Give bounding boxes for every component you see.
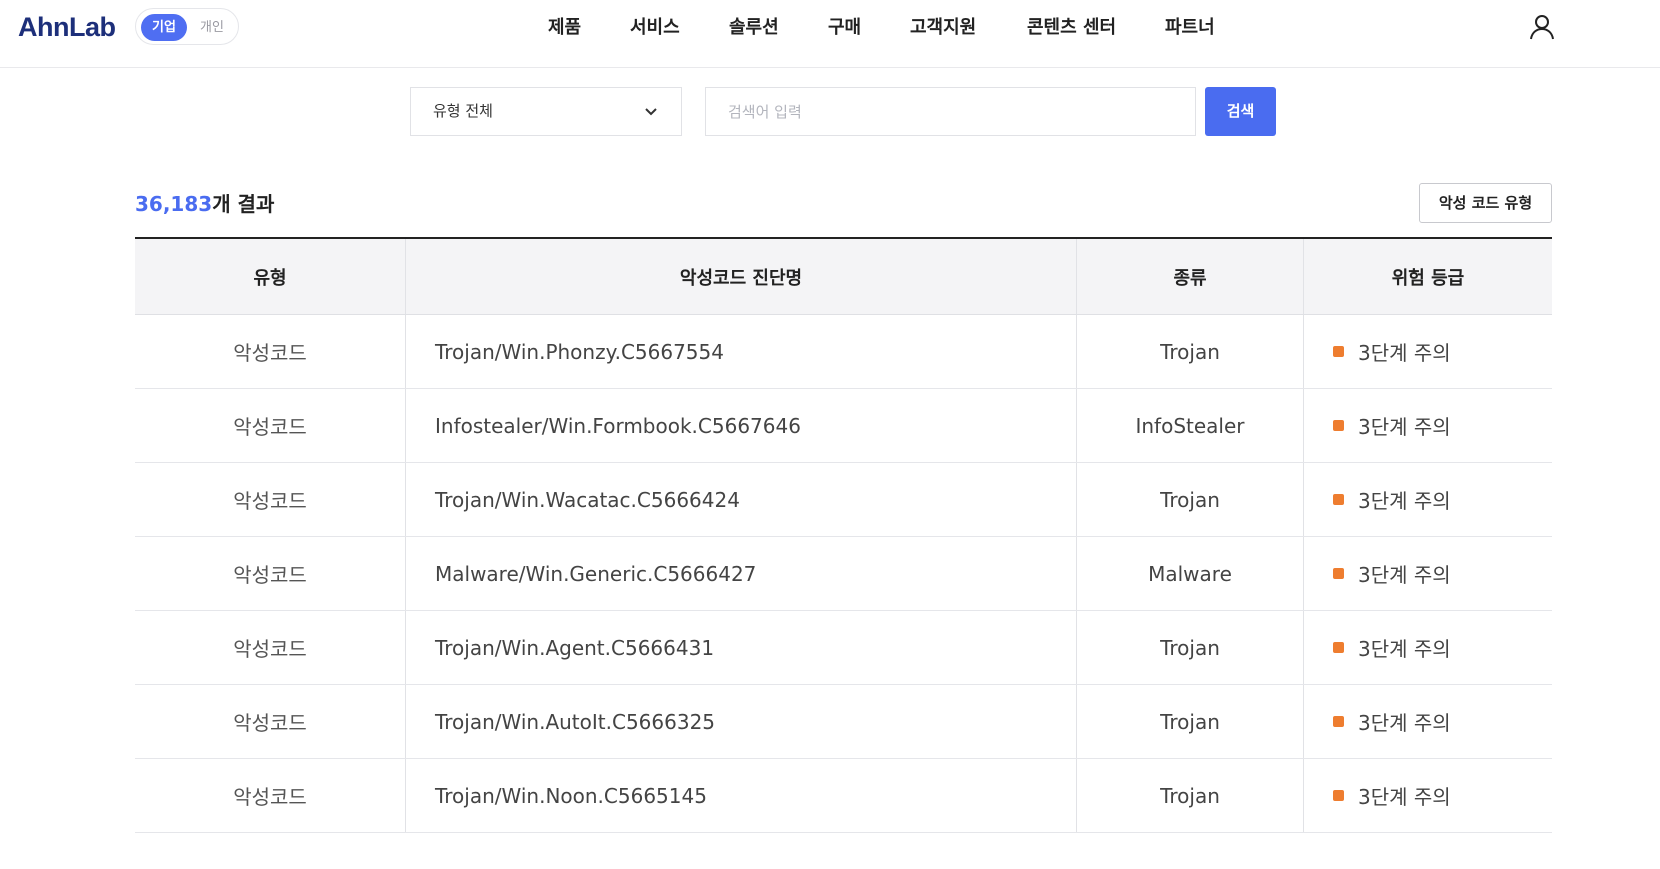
row-risk: 3단계 주의 (1304, 537, 1552, 610)
table-row[interactable]: 악성코드 Trojan/Win.Noon.C5665145 Trojan 3단계 주의 (135, 759, 1552, 833)
row-type: 악성코드 (135, 315, 406, 388)
malware-table: 유형 악성코드 진단명 종류 위험 등급 악성코드 Trojan/Win.Phon… (135, 237, 1552, 833)
risk-level-label: 3단계 주의 (1358, 711, 1451, 735)
risk-level-icon (1333, 420, 1344, 431)
row-kind: InfoStealer (1077, 389, 1304, 462)
malware-type-button[interactable]: 악성 코드 유형 (1419, 183, 1552, 223)
row-malware-name[interactable]: Infostealer/Win.Formbook.C5667646 (406, 389, 1077, 462)
result-count-number: 36,183 (135, 192, 213, 216)
type-select-value: 유형 전체 (433, 102, 493, 120)
site-header: AhnLab 기업 개인 제품 서비스 솔루션 구매 고객지원 콘텐츠 센터 파… (0, 0, 1660, 68)
header-risk: 위험 등급 (1391, 267, 1465, 289)
row-type: 악성코드 (135, 685, 406, 758)
result-count-suffix: 개 결과 (212, 192, 275, 216)
risk-level-icon (1333, 642, 1344, 653)
row-kind: Trojan (1077, 685, 1304, 758)
row-malware-name[interactable]: Malware/Win.Generic.C5666427 (406, 537, 1077, 610)
table-row[interactable]: 악성코드 Malware/Win.Generic.C5666427 Malware 3… (135, 537, 1552, 611)
business-personal-toggle[interactable]: 기업 개인 (135, 8, 239, 45)
result-count: 36,183개 결과 (135, 188, 274, 217)
risk-level-label: 3단계 주의 (1358, 637, 1451, 661)
risk-level-icon (1333, 494, 1344, 505)
row-kind: Trojan (1077, 611, 1304, 684)
row-malware-name[interactable]: Trojan/Win.AutoIt.C5666325 (406, 685, 1077, 758)
toggle-personal[interactable]: 개인 (192, 14, 232, 41)
risk-level-icon (1333, 716, 1344, 727)
table-row[interactable]: 악성코드 Trojan/Win.Phonzy.C5667554 Trojan 3단계 … (135, 315, 1552, 389)
toggle-business[interactable]: 기업 (141, 14, 187, 41)
search-input[interactable] (705, 87, 1196, 136)
search-button[interactable]: 검색 (1205, 87, 1276, 136)
row-type: 악성코드 (135, 389, 406, 462)
nav-support[interactable]: 고객지원 (910, 14, 976, 42)
row-malware-name[interactable]: Trojan/Win.Phonzy.C5667554 (406, 315, 1077, 388)
risk-level-label: 3단계 주의 (1358, 563, 1451, 587)
ahnlab-logo[interactable]: AhnLab (18, 12, 116, 43)
row-type: 악성코드 (135, 611, 406, 684)
risk-level-icon (1333, 790, 1344, 801)
risk-level-label: 3단계 주의 (1358, 489, 1451, 513)
nav-purchase[interactable]: 구매 (828, 14, 861, 42)
row-risk: 3단계 주의 (1304, 611, 1552, 684)
row-malware-name[interactable]: Trojan/Win.Agent.C5666431 (406, 611, 1077, 684)
table-row[interactable]: 악성코드 Infostealer/Win.Formbook.C5667646 Inf… (135, 389, 1552, 463)
nav-products[interactable]: 제품 (548, 14, 581, 42)
row-type: 악성코드 (135, 463, 406, 536)
nav-partner[interactable]: 파트너 (1165, 14, 1215, 42)
header-kind: 종류 (1077, 239, 1304, 314)
risk-level-label: 3단계 주의 (1358, 341, 1451, 365)
nav-content-center[interactable]: 콘텐츠 센터 (1027, 14, 1116, 42)
row-risk: 3단계 주의 (1304, 389, 1552, 462)
row-risk: 3단계 주의 (1304, 759, 1552, 832)
row-kind: Trojan (1077, 759, 1304, 832)
row-type: 악성코드 (135, 537, 406, 610)
row-kind: Trojan (1077, 463, 1304, 536)
risk-level-label: 3단계 주의 (1358, 415, 1451, 439)
type-select[interactable]: 유형 전체 (410, 87, 682, 136)
row-kind: Trojan (1077, 315, 1304, 388)
risk-level-icon (1333, 568, 1344, 579)
chevron-down-icon (645, 108, 657, 116)
row-risk: 3단계 주의 (1304, 463, 1552, 536)
row-kind: Malware (1077, 537, 1304, 610)
table-row[interactable]: 악성코드 Trojan/Win.AutoIt.C5666325 Trojan 3단계 … (135, 685, 1552, 759)
risk-level-icon (1333, 346, 1344, 357)
nav-solutions[interactable]: 솔루션 (729, 14, 779, 42)
row-type: 악성코드 (135, 759, 406, 832)
row-risk: 3단계 주의 (1304, 685, 1552, 758)
table-body: 악성코드 Trojan/Win.Phonzy.C5667554 Trojan 3단계 … (135, 315, 1552, 833)
row-malware-name[interactable]: Trojan/Win.Noon.C5665145 (406, 759, 1077, 832)
row-risk: 3단계 주의 (1304, 315, 1552, 388)
user-icon[interactable] (1528, 13, 1556, 41)
table-header: 유형 악성코드 진단명 종류 위험 등급 (135, 239, 1552, 315)
table-row[interactable]: 악성코드 Trojan/Win.Wacatac.C5666424 Trojan 3단계… (135, 463, 1552, 537)
nav-services[interactable]: 서비스 (630, 14, 680, 42)
header-type: 유형 (135, 239, 406, 314)
table-row[interactable]: 악성코드 Trojan/Win.Agent.C5666431 Trojan 3단계 주… (135, 611, 1552, 685)
row-malware-name[interactable]: Trojan/Win.Wacatac.C5666424 (406, 463, 1077, 536)
risk-level-label: 3단계 주의 (1358, 785, 1451, 809)
header-name: 악성코드 진단명 (406, 239, 1077, 314)
